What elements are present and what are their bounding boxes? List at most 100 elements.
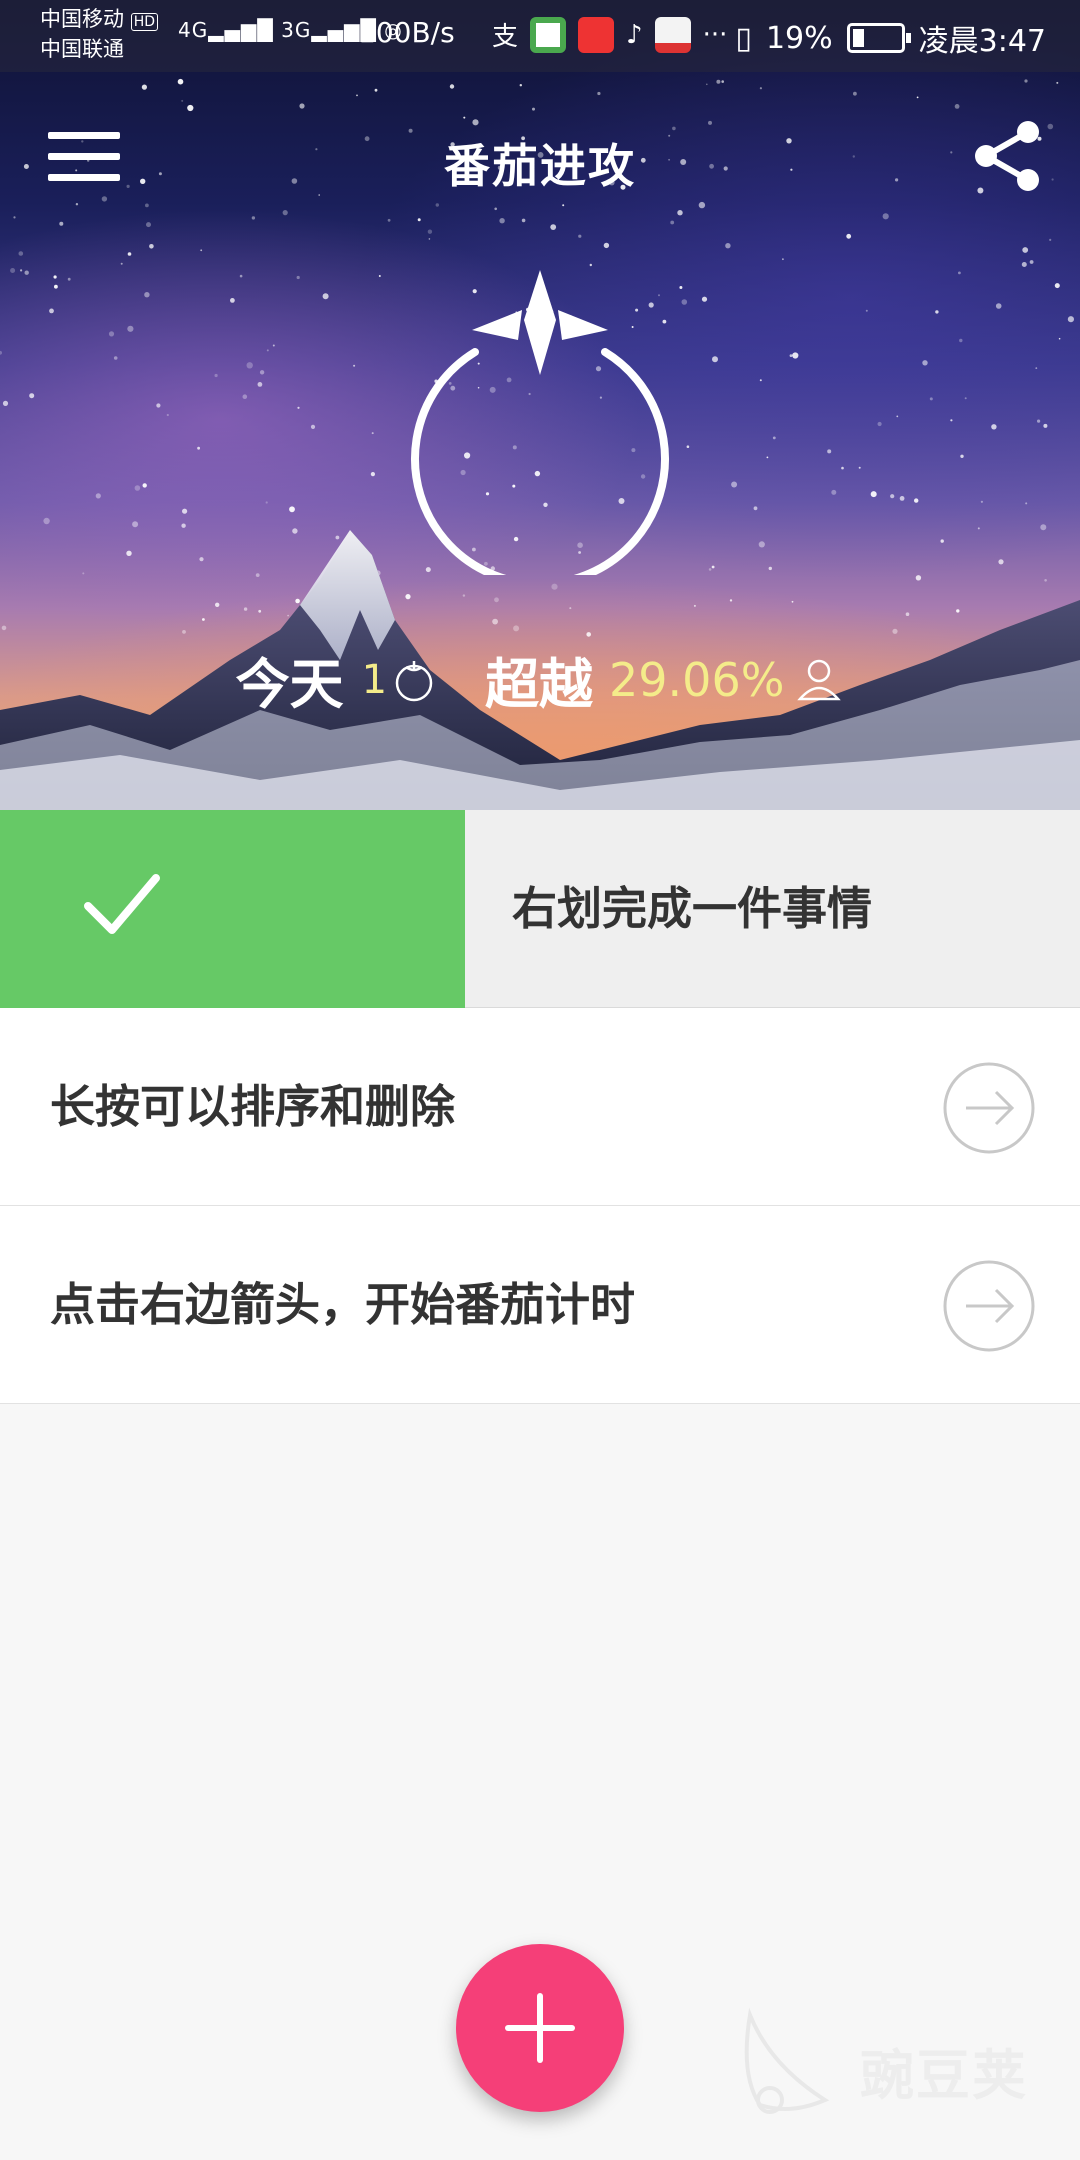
star [870, 491, 877, 498]
star [0, 350, 2, 355]
today-stats: 今天 1 超越 29.06% [0, 640, 1080, 719]
star [101, 196, 108, 202]
star [265, 501, 268, 504]
star [297, 406, 300, 409]
task-row-swiped[interactable]: 右划完成一件事情 [0, 810, 1080, 1008]
star [272, 344, 275, 347]
swipe-complete-area[interactable] [0, 810, 465, 1008]
star [562, 204, 565, 207]
star [519, 84, 522, 87]
star [296, 275, 300, 280]
star [521, 218, 526, 223]
battery-percent: 19% [765, 20, 833, 56]
star [371, 432, 374, 435]
star [29, 393, 35, 399]
pomodoro-timer-dial[interactable] [400, 265, 680, 575]
star [899, 496, 905, 501]
check-icon [84, 874, 160, 934]
star [246, 362, 253, 369]
star [759, 87, 763, 90]
star [374, 88, 378, 92]
video-icon [654, 16, 691, 53]
star [1022, 247, 1029, 253]
star [701, 296, 708, 302]
star [706, 83, 708, 86]
status-right: ▯ 19% 凌晨3:47 [735, 16, 1046, 60]
star [427, 229, 433, 234]
star [721, 80, 724, 83]
star [960, 454, 964, 458]
star [242, 394, 248, 400]
app-title: 番茄进攻 [444, 139, 636, 193]
star [75, 203, 79, 206]
star [712, 356, 718, 363]
battery-icon [846, 23, 911, 53]
star [322, 293, 329, 300]
plus-icon [505, 1993, 575, 2063]
star [1043, 423, 1048, 428]
status-bar: 中国移动 HD 中国联通 4G▂▄▆█ 3G▂▄▆█ ◎ 100B/s 支 ♪ … [0, 0, 1080, 72]
signal-4g-label: 4G [178, 18, 209, 42]
star [10, 268, 16, 273]
star [472, 119, 479, 126]
star [896, 415, 899, 418]
task-row[interactable]: 长按可以排序和删除 [0, 1008, 1080, 1206]
star [677, 210, 683, 216]
star [1054, 283, 1060, 289]
task-row[interactable]: 点击右边箭头，开始番茄计时 [0, 1206, 1080, 1404]
star [991, 424, 997, 430]
alipay-icon: 支 [492, 22, 519, 52]
star [259, 370, 265, 375]
task-text: 右划完成一件事情 [512, 882, 873, 935]
star [782, 258, 784, 261]
carrier-2: 中国联通 [40, 37, 124, 61]
star [532, 107, 535, 111]
star [1025, 502, 1028, 505]
star [603, 242, 610, 249]
news-icon [530, 16, 567, 53]
star [1029, 260, 1034, 264]
add-task-button[interactable] [456, 1944, 624, 2112]
star [449, 84, 455, 89]
star [1056, 81, 1059, 84]
star [950, 419, 953, 422]
star [435, 203, 439, 207]
surpass-percent: 29.06% [609, 652, 785, 707]
star [597, 91, 601, 96]
star [18, 251, 24, 256]
star [127, 252, 132, 256]
star [731, 481, 738, 488]
star [2, 400, 9, 406]
carrier-info: 中国移动 HD 中国联通 [40, 6, 158, 63]
star [266, 349, 269, 352]
star [1058, 337, 1061, 340]
star [387, 218, 391, 222]
share-icon[interactable] [972, 118, 1044, 194]
star [156, 403, 161, 408]
star [964, 397, 967, 400]
star [95, 493, 101, 499]
arrow-right-circle-icon[interactable] [942, 1061, 1036, 1155]
toutiao-icon [578, 16, 615, 53]
star [865, 309, 868, 312]
watermark-logo-icon [744, 2007, 830, 2114]
today-label: 今天 [235, 653, 344, 716]
star [145, 203, 149, 208]
star [1047, 123, 1054, 130]
star [113, 356, 118, 360]
star [127, 325, 134, 332]
star [1035, 367, 1038, 369]
star [310, 424, 316, 429]
star [846, 233, 852, 239]
star [935, 310, 939, 314]
star [708, 120, 712, 125]
arrow-right-circle-icon[interactable] [942, 1259, 1036, 1353]
star [177, 78, 184, 85]
clock: 凌晨3:47 [918, 24, 1046, 59]
star [841, 466, 844, 470]
user-icon[interactable] [794, 655, 844, 705]
watermark-text: 豌豆荚 [860, 2044, 1028, 2107]
star [1021, 262, 1027, 267]
star [378, 275, 381, 277]
star [792, 352, 799, 359]
